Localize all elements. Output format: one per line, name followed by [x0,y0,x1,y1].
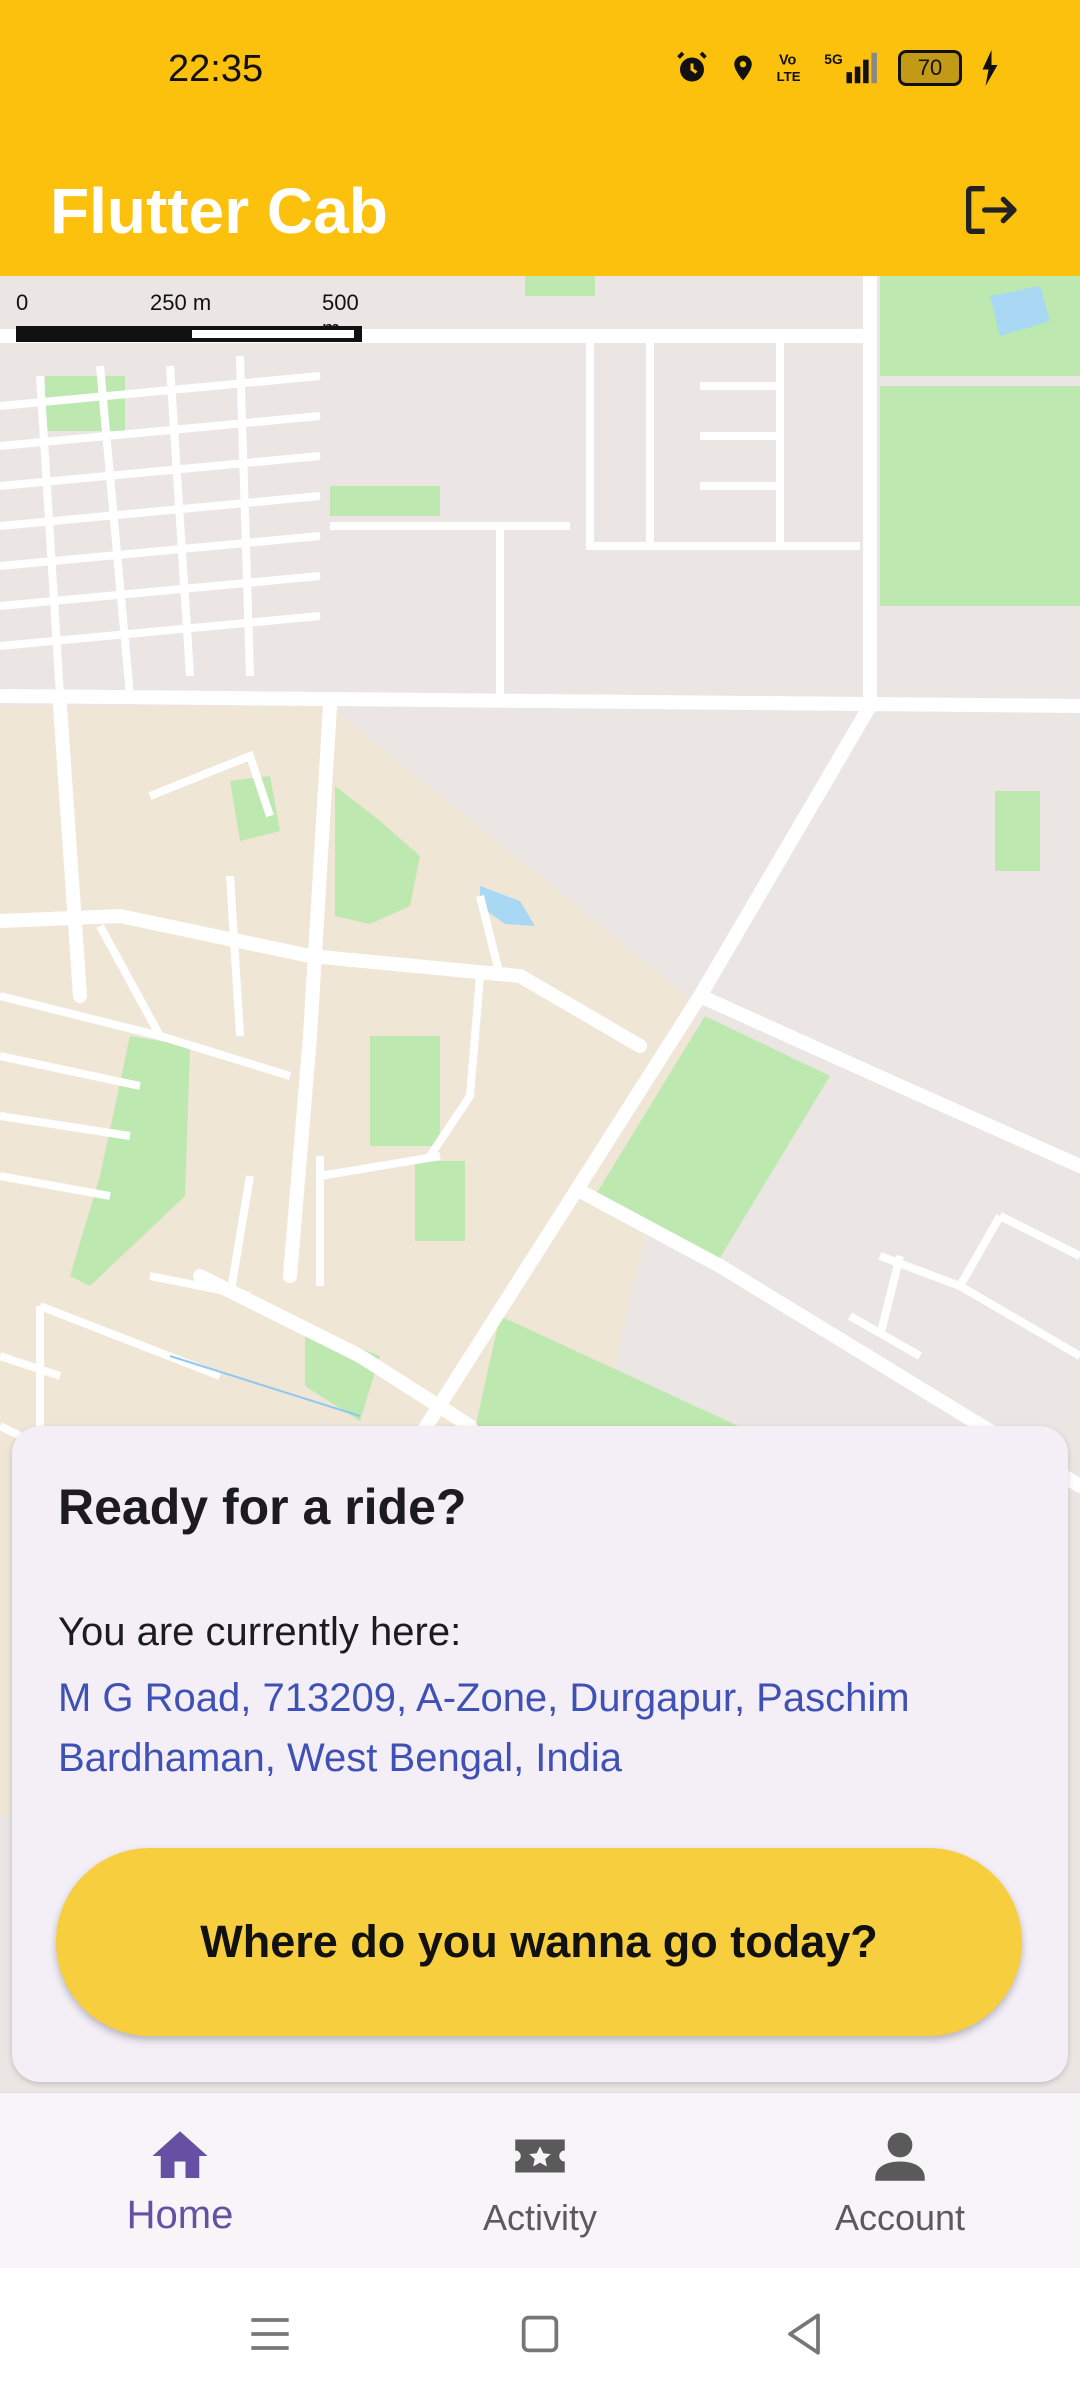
scale-label-0: 0 [16,290,29,315]
nav-home-label: Home [126,2193,234,2237]
battery-icon: 70 [898,50,962,86]
app-title: Flutter Cab [50,175,388,247]
volte-icon: VoLTE [777,52,801,84]
home-square-icon[interactable] [512,2306,568,2362]
nav-home[interactable]: Home [0,2093,360,2269]
alarm-icon [677,51,707,82]
logout-button[interactable] [942,162,1038,258]
menu-icon[interactable] [242,2306,298,2362]
bottom-nav: Home Activity Account [0,2092,1080,2269]
nav-account-label: Account [834,2197,966,2238]
nav-activity[interactable]: Activity [360,2093,720,2269]
status-icons: Vo LTE 5G 70 [674,50,1000,86]
map-scale-bar: 0 250 m 500 m [16,290,362,348]
card-heading: Ready for a ride? [58,1479,467,1535]
location-icon [734,55,752,81]
charging-icon [982,50,998,86]
svg-text:Vo: Vo [779,52,797,68]
ride-card: Ready for a ride? You are currently here… [12,1426,1068,2082]
system-nav-bar [0,2268,1080,2400]
status-bar: 22:35 Vo LTE 5G 70 [0,0,1080,144]
battery-level: 70 [917,55,943,80]
svg-text:LTE: LTE [777,69,801,84]
activity-icon [515,2139,565,2173]
logout-icon [966,186,1017,234]
nav-account[interactable]: Account [720,2093,1080,2269]
scale-bar [16,326,362,342]
back-icon[interactable] [776,2306,832,2362]
5g-signal-icon: 5G [824,51,877,84]
destination-button[interactable]: Where do you wanna go today? [56,1848,1022,2036]
location-label: You are currently here: [58,1610,462,1654]
status-time: 22:35 [168,48,264,90]
svg-text:5G: 5G [824,51,842,67]
account-icon [875,2132,925,2181]
home-icon [152,2131,208,2178]
app-bar: Flutter Cab [0,144,1080,276]
nav-activity-label: Activity [482,2197,597,2238]
scale-label-250: 250 m [150,290,212,315]
current-address: M G Road, 713209, A-Zone, Durgapur, Pasc… [58,1676,910,1780]
